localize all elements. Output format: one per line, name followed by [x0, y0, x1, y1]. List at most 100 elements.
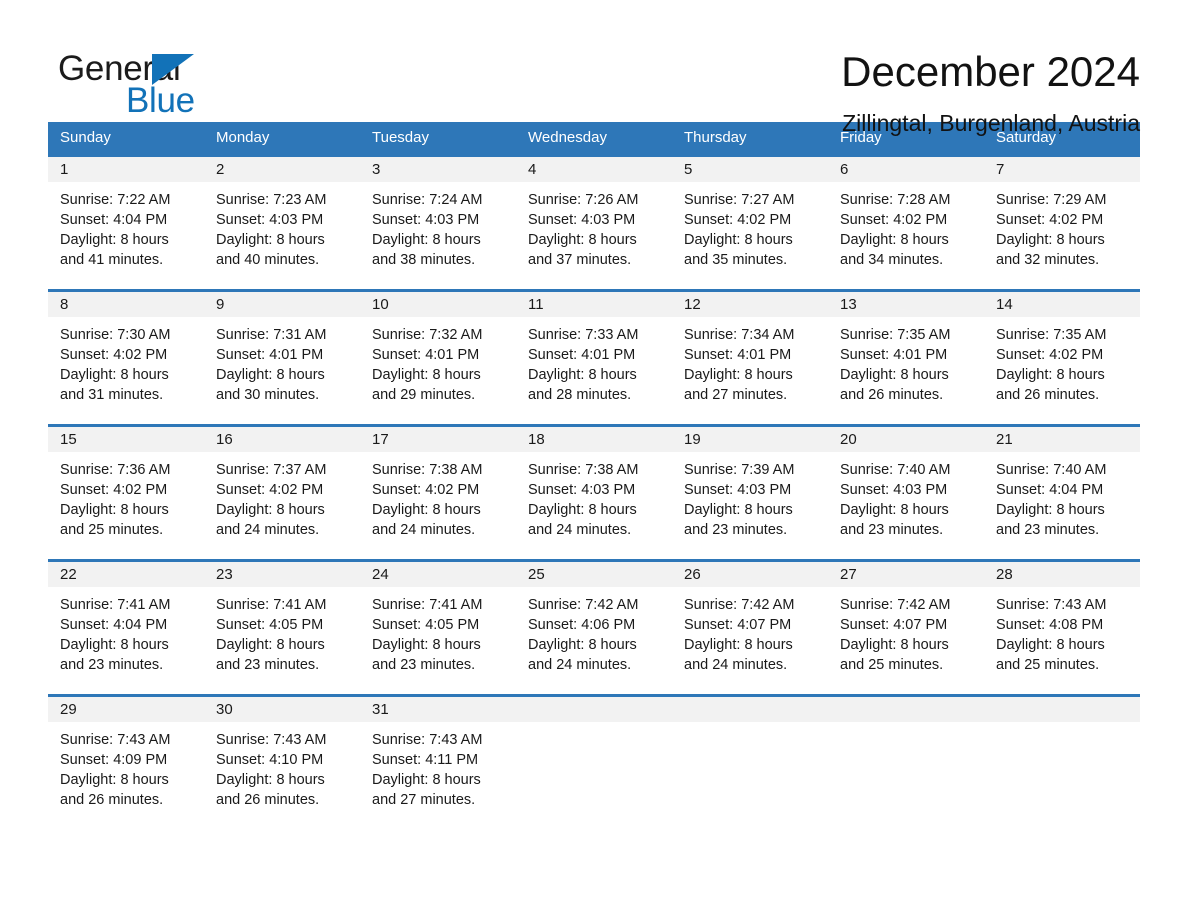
daylight-text-line2: and 25 minutes. — [60, 522, 164, 538]
day-number: 24 — [360, 562, 516, 587]
sunrise-text: Sunrise: 7:43 AM — [216, 732, 327, 748]
day-cell[interactable]: 24 Sunrise: 7:41 AM Sunset: 4:05 PM Dayl… — [360, 562, 516, 694]
day-cell[interactable]: 28 Sunrise: 7:43 AM Sunset: 4:08 PM Dayl… — [984, 562, 1140, 694]
sunset-text: Sunset: 4:04 PM — [996, 482, 1104, 498]
daylight-text-line2: and 24 minutes. — [528, 522, 632, 538]
day-cell[interactable]: 17 Sunrise: 7:38 AM Sunset: 4:02 PM Dayl… — [360, 427, 516, 559]
sunset-text: Sunset: 4:02 PM — [216, 482, 324, 498]
day-number: 13 — [828, 292, 984, 317]
daylight-text-line2: and 37 minutes. — [528, 252, 632, 268]
day-cell[interactable]: 26 Sunrise: 7:42 AM Sunset: 4:07 PM Dayl… — [672, 562, 828, 694]
day-number: 10 — [360, 292, 516, 317]
calendar-grid: Sunday Monday Tuesday Wednesday Thursday… — [48, 122, 1140, 829]
day-number: 18 — [516, 427, 672, 452]
weekday-header-thursday: Thursday — [684, 129, 747, 146]
day-cell[interactable]: 13 Sunrise: 7:35 AM Sunset: 4:01 PM Dayl… — [828, 292, 984, 424]
day-details: Sunrise: 7:36 AM Sunset: 4:02 PM Dayligh… — [48, 452, 204, 540]
day-cell[interactable]: 2 Sunrise: 7:23 AM Sunset: 4:03 PM Dayli… — [204, 157, 360, 289]
day-cell[interactable]: 5 Sunrise: 7:27 AM Sunset: 4:02 PM Dayli… — [672, 157, 828, 289]
day-details: Sunrise: 7:42 AM Sunset: 4:06 PM Dayligh… — [516, 587, 672, 675]
daylight-text-line1: Daylight: 8 hours — [372, 637, 481, 653]
day-number — [984, 697, 1140, 722]
day-details: Sunrise: 7:43 AM Sunset: 4:09 PM Dayligh… — [48, 722, 204, 810]
sunrise-text: Sunrise: 7:43 AM — [60, 732, 171, 748]
daylight-text-line1: Daylight: 8 hours — [216, 232, 325, 248]
day-cell[interactable]: 16 Sunrise: 7:37 AM Sunset: 4:02 PM Dayl… — [204, 427, 360, 559]
sunrise-text: Sunrise: 7:41 AM — [372, 597, 483, 613]
day-cell[interactable]: 21 Sunrise: 7:40 AM Sunset: 4:04 PM Dayl… — [984, 427, 1140, 559]
day-details: Sunrise: 7:41 AM Sunset: 4:05 PM Dayligh… — [360, 587, 516, 675]
week-row: 1 Sunrise: 7:22 AM Sunset: 4:04 PM Dayli… — [48, 154, 1140, 289]
day-cell[interactable]: 25 Sunrise: 7:42 AM Sunset: 4:06 PM Dayl… — [516, 562, 672, 694]
day-cell[interactable]: 22 Sunrise: 7:41 AM Sunset: 4:04 PM Dayl… — [48, 562, 204, 694]
daylight-text-line2: and 24 minutes. — [684, 657, 788, 673]
general-blue-logo[interactable]: General Blue — [48, 46, 248, 122]
daylight-text-line2: and 41 minutes. — [60, 252, 164, 268]
day-details: Sunrise: 7:42 AM Sunset: 4:07 PM Dayligh… — [672, 587, 828, 675]
day-cell-empty — [828, 697, 984, 829]
day-cell[interactable]: 11 Sunrise: 7:33 AM Sunset: 4:01 PM Dayl… — [516, 292, 672, 424]
weekday-header-row: Sunday Monday Tuesday Wednesday Thursday… — [48, 122, 1140, 154]
day-cell[interactable]: 19 Sunrise: 7:39 AM Sunset: 4:03 PM Dayl… — [672, 427, 828, 559]
daylight-text-line1: Daylight: 8 hours — [528, 232, 637, 248]
weekday-header-saturday: Saturday — [996, 129, 1057, 146]
sunset-text: Sunset: 4:02 PM — [996, 347, 1104, 363]
day-cell-empty — [672, 697, 828, 829]
daylight-text-line1: Daylight: 8 hours — [840, 367, 949, 383]
day-cell[interactable]: 14 Sunrise: 7:35 AM Sunset: 4:02 PM Dayl… — [984, 292, 1140, 424]
daylight-text-line2: and 24 minutes. — [528, 657, 632, 673]
daylight-text-line1: Daylight: 8 hours — [528, 367, 637, 383]
daylight-text-line1: Daylight: 8 hours — [996, 367, 1105, 383]
sunset-text: Sunset: 4:05 PM — [216, 617, 324, 633]
sunset-text: Sunset: 4:09 PM — [60, 752, 168, 768]
day-cell[interactable]: 29 Sunrise: 7:43 AM Sunset: 4:09 PM Dayl… — [48, 697, 204, 829]
day-cell[interactable]: 4 Sunrise: 7:26 AM Sunset: 4:03 PM Dayli… — [516, 157, 672, 289]
day-cell[interactable]: 31 Sunrise: 7:43 AM Sunset: 4:11 PM Dayl… — [360, 697, 516, 829]
daylight-text-line2: and 26 minutes. — [996, 387, 1100, 403]
day-cell[interactable]: 1 Sunrise: 7:22 AM Sunset: 4:04 PM Dayli… — [48, 157, 204, 289]
daylight-text-line1: Daylight: 8 hours — [996, 637, 1105, 653]
day-number — [672, 697, 828, 722]
sunrise-text: Sunrise: 7:37 AM — [216, 462, 327, 478]
sunrise-text: Sunrise: 7:43 AM — [996, 597, 1107, 613]
daylight-text-line2: and 26 minutes. — [840, 387, 944, 403]
day-details: Sunrise: 7:37 AM Sunset: 4:02 PM Dayligh… — [204, 452, 360, 540]
daylight-text-line2: and 24 minutes. — [372, 522, 476, 538]
day-cell[interactable]: 15 Sunrise: 7:36 AM Sunset: 4:02 PM Dayl… — [48, 427, 204, 559]
daylight-text-line2: and 23 minutes. — [840, 522, 944, 538]
sunrise-text: Sunrise: 7:22 AM — [60, 192, 171, 208]
weekday-header-wednesday: Wednesday — [528, 129, 607, 146]
sunset-text: Sunset: 4:01 PM — [372, 347, 480, 363]
day-details: Sunrise: 7:42 AM Sunset: 4:07 PM Dayligh… — [828, 587, 984, 675]
daylight-text-line1: Daylight: 8 hours — [528, 502, 637, 518]
day-cell[interactable]: 30 Sunrise: 7:43 AM Sunset: 4:10 PM Dayl… — [204, 697, 360, 829]
daylight-text-line1: Daylight: 8 hours — [840, 502, 949, 518]
day-number — [516, 697, 672, 722]
daylight-text-line2: and 28 minutes. — [528, 387, 632, 403]
day-cell[interactable]: 3 Sunrise: 7:24 AM Sunset: 4:03 PM Dayli… — [360, 157, 516, 289]
day-details: Sunrise: 7:43 AM Sunset: 4:08 PM Dayligh… — [984, 587, 1140, 675]
day-cell[interactable]: 12 Sunrise: 7:34 AM Sunset: 4:01 PM Dayl… — [672, 292, 828, 424]
day-details: Sunrise: 7:39 AM Sunset: 4:03 PM Dayligh… — [672, 452, 828, 540]
daylight-text-line2: and 24 minutes. — [216, 522, 320, 538]
day-details: Sunrise: 7:35 AM Sunset: 4:01 PM Dayligh… — [828, 317, 984, 405]
sunset-text: Sunset: 4:04 PM — [60, 617, 168, 633]
day-cell[interactable]: 18 Sunrise: 7:38 AM Sunset: 4:03 PM Dayl… — [516, 427, 672, 559]
sunset-text: Sunset: 4:01 PM — [216, 347, 324, 363]
daylight-text-line1: Daylight: 8 hours — [372, 367, 481, 383]
day-cell[interactable]: 6 Sunrise: 7:28 AM Sunset: 4:02 PM Dayli… — [828, 157, 984, 289]
day-cell[interactable]: 9 Sunrise: 7:31 AM Sunset: 4:01 PM Dayli… — [204, 292, 360, 424]
day-cell[interactable]: 10 Sunrise: 7:32 AM Sunset: 4:01 PM Dayl… — [360, 292, 516, 424]
daylight-text-line1: Daylight: 8 hours — [996, 232, 1105, 248]
day-cell[interactable]: 20 Sunrise: 7:40 AM Sunset: 4:03 PM Dayl… — [828, 427, 984, 559]
week-row: 15 Sunrise: 7:36 AM Sunset: 4:02 PM Dayl… — [48, 424, 1140, 559]
sunset-text: Sunset: 4:03 PM — [528, 212, 636, 228]
day-cell[interactable]: 23 Sunrise: 7:41 AM Sunset: 4:05 PM Dayl… — [204, 562, 360, 694]
day-cell[interactable]: 8 Sunrise: 7:30 AM Sunset: 4:02 PM Dayli… — [48, 292, 204, 424]
daylight-text-line1: Daylight: 8 hours — [840, 637, 949, 653]
day-cell[interactable]: 7 Sunrise: 7:29 AM Sunset: 4:02 PM Dayli… — [984, 157, 1140, 289]
sunset-text: Sunset: 4:03 PM — [684, 482, 792, 498]
day-cell[interactable]: 27 Sunrise: 7:42 AM Sunset: 4:07 PM Dayl… — [828, 562, 984, 694]
day-details: Sunrise: 7:43 AM Sunset: 4:10 PM Dayligh… — [204, 722, 360, 810]
weekday-header-sunday: Sunday — [60, 129, 111, 146]
